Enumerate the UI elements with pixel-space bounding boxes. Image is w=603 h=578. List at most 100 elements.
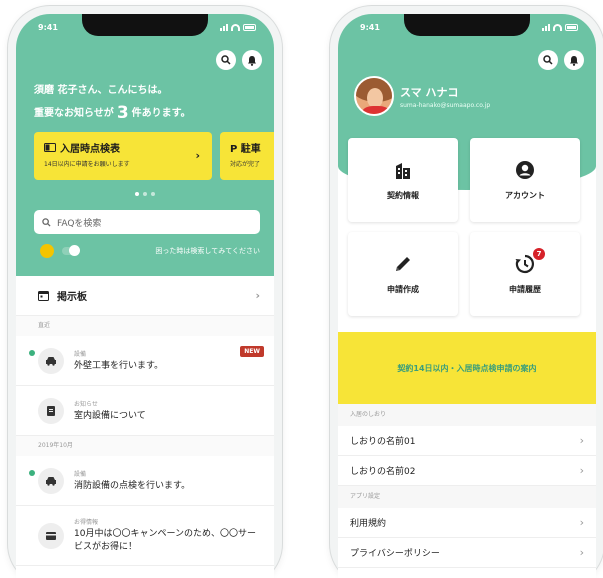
checklist-card[interactable]: 入居時点検表 14日以内に申請をお願いします › bbox=[34, 132, 212, 180]
privacy-policy-item[interactable]: プライバシーポリシー › bbox=[338, 538, 596, 568]
notice-category: お知らせ bbox=[74, 400, 98, 408]
mascot-icon bbox=[40, 244, 54, 258]
chat-hint-text: 困った時は検索してみてください bbox=[155, 247, 260, 255]
notch bbox=[404, 14, 530, 36]
list-item[interactable]: お知らせ 室内設備について bbox=[16, 386, 274, 436]
signal-icon bbox=[220, 23, 228, 31]
tile-label: 申請履歴 bbox=[509, 284, 541, 294]
notice-text: お得情報 10月中は〇〇キャンペーンのため、〇〇サービスがお得に！ bbox=[74, 517, 262, 554]
checklist-card-title-row: 入居時点検表 bbox=[44, 140, 202, 155]
guide-item[interactable]: しおりの名前02 › bbox=[338, 456, 596, 486]
document-icon bbox=[38, 397, 64, 424]
user-email: suma-hanako@sumaapo.co.jp bbox=[400, 102, 491, 109]
tile-label: 申請作成 bbox=[387, 284, 419, 294]
tile-label: 契約情報 bbox=[387, 190, 419, 200]
chevron-right-icon: › bbox=[195, 149, 200, 162]
notice-list: 掲示板 › 直近 設備 外壁工事を行います。 NEW お知らせ 室内設備について… bbox=[16, 276, 274, 578]
privacy-label: プライバシーポリシー bbox=[350, 549, 440, 559]
greeting-line1: 須磨 花子さん、こんにちは。 bbox=[34, 85, 168, 96]
account-tile[interactable]: アカウント bbox=[470, 138, 580, 222]
notice-text: 設備 外壁工事を行います。 bbox=[74, 349, 163, 373]
notice-title: 消防設備の点検を行います。 bbox=[74, 480, 191, 491]
status-time: 9:41 bbox=[360, 22, 380, 32]
chevron-right-icon: › bbox=[579, 434, 584, 447]
left-screen: 9:41 須磨 花子さん、こんにちは。 重要なお知らせが 3 件あります。 入居… bbox=[16, 14, 274, 578]
chat-hint-row[interactable]: 困った時は検索してみてください bbox=[40, 244, 260, 258]
bulletin-board-label: 掲示板 bbox=[57, 292, 87, 303]
carousel-dots[interactable] bbox=[16, 192, 274, 196]
greeting-line2: 重要なお知らせが 3 件あります。 bbox=[34, 102, 191, 125]
notice-category: お得情報 bbox=[74, 519, 99, 526]
notice-title: 外壁工事を行います。 bbox=[74, 360, 164, 371]
notice-count: 3 bbox=[116, 103, 129, 123]
battery-icon bbox=[243, 23, 256, 31]
unread-dot bbox=[29, 470, 35, 476]
avatar[interactable] bbox=[354, 76, 394, 116]
history-icon: 7 bbox=[515, 247, 545, 276]
car-icon bbox=[38, 467, 64, 494]
settings-list: 入居のしおり しおりの名前01 › しおりの名前02 › アプリ設定 利用規約 … bbox=[338, 404, 596, 578]
right-screen: 9:41 スマ ハナコ suma-hanako@sumaapo.co.jp 契約… bbox=[338, 14, 596, 578]
right-phone: 9:41 スマ ハナコ suma-hanako@sumaapo.co.jp 契約… bbox=[330, 6, 603, 578]
chevron-right-icon: › bbox=[255, 289, 260, 302]
wifi-icon bbox=[231, 23, 240, 31]
notice-title: 10月中は〇〇キャンペーンのため、〇〇サービスがお得に！ bbox=[74, 529, 257, 552]
wifi-icon bbox=[553, 23, 562, 31]
tile-label: アカウント bbox=[505, 190, 545, 200]
notice-title: 室内設備について bbox=[74, 410, 146, 421]
history-badge: 7 bbox=[533, 247, 545, 260]
chat-bubble-icon bbox=[62, 245, 80, 256]
search-icon bbox=[42, 217, 51, 227]
bell-icon[interactable] bbox=[242, 50, 262, 70]
create-request-tile[interactable]: 申請作成 bbox=[348, 232, 458, 316]
list-item[interactable]: お得情報 10月中は〇〇キャンペーンのため、〇〇サービスがお得に！ bbox=[16, 506, 274, 566]
bell-icon[interactable] bbox=[564, 50, 584, 70]
bulletin-board-row[interactable]: 掲示板 › bbox=[16, 276, 274, 316]
parking-card[interactable]: P 駐車 対応が完了 bbox=[220, 132, 274, 180]
section-app-settings: アプリ設定 bbox=[338, 486, 596, 508]
chevron-right-icon: › bbox=[579, 516, 584, 529]
top-actions bbox=[216, 50, 262, 70]
request-history-tile[interactable]: 7 申請履歴 bbox=[470, 232, 580, 316]
status-time: 9:41 bbox=[38, 22, 58, 32]
section-recent: 直近 bbox=[16, 316, 274, 336]
unread-dot bbox=[29, 350, 35, 356]
checklist-card-subtitle: 14日以内に申請をお願いします bbox=[44, 161, 130, 168]
guide-label: しおりの名前02 bbox=[350, 467, 416, 477]
new-badge: NEW bbox=[240, 346, 264, 357]
user-name: スマ ハナコ bbox=[400, 86, 459, 99]
notice-category: 設備 bbox=[74, 470, 87, 478]
list-item[interactable]: 設備 外壁工事を行います。 NEW bbox=[16, 336, 274, 386]
wallet-icon bbox=[38, 522, 64, 549]
notice-text: お知らせ 室内設備について bbox=[74, 399, 146, 423]
signal-icon bbox=[542, 23, 550, 31]
search-icon[interactable] bbox=[538, 50, 558, 70]
greeting: 須磨 花子さん、こんにちは。 重要なお知らせが 3 件あります。 bbox=[34, 80, 191, 125]
status-icons bbox=[542, 23, 578, 31]
section-month: 2019年10月 bbox=[16, 436, 274, 456]
faq-search-input[interactable]: FAQを検索 bbox=[34, 210, 260, 234]
account-icon bbox=[515, 160, 535, 182]
guide-item[interactable]: しおりの名前01 › bbox=[338, 426, 596, 456]
search-placeholder: FAQを検索 bbox=[57, 218, 102, 229]
greeting-pre: 重要なお知らせが bbox=[34, 108, 114, 119]
move-in-banner[interactable]: 契約14日以内・入居時点検申請の案内 bbox=[338, 332, 596, 404]
terms-item[interactable]: 利用規約 › bbox=[338, 508, 596, 538]
guide-label: しおりの名前01 bbox=[350, 437, 416, 447]
chevron-right-icon: › bbox=[579, 464, 584, 477]
pencil-icon bbox=[393, 254, 413, 276]
chevron-right-icon: › bbox=[579, 546, 584, 559]
notice-category: 設備 bbox=[74, 350, 87, 358]
terms-label: 利用規約 bbox=[350, 519, 387, 529]
calendar-icon bbox=[38, 291, 49, 301]
notch bbox=[82, 14, 208, 36]
notice-text: 設備 消防設備の点検を行います。 bbox=[74, 469, 190, 493]
search-icon[interactable] bbox=[216, 50, 236, 70]
contract-info-tile[interactable]: 契約情報 bbox=[348, 138, 458, 222]
battery-icon bbox=[565, 23, 578, 31]
list-item[interactable]: 設備 消防設備の点検を行います。 bbox=[16, 456, 274, 506]
section-guide: 入居のしおり bbox=[338, 404, 596, 426]
status-icons bbox=[220, 23, 256, 31]
greeting-post: 件あります。 bbox=[131, 108, 191, 119]
parking-card-subtitle: 対応が完了 bbox=[230, 161, 261, 168]
